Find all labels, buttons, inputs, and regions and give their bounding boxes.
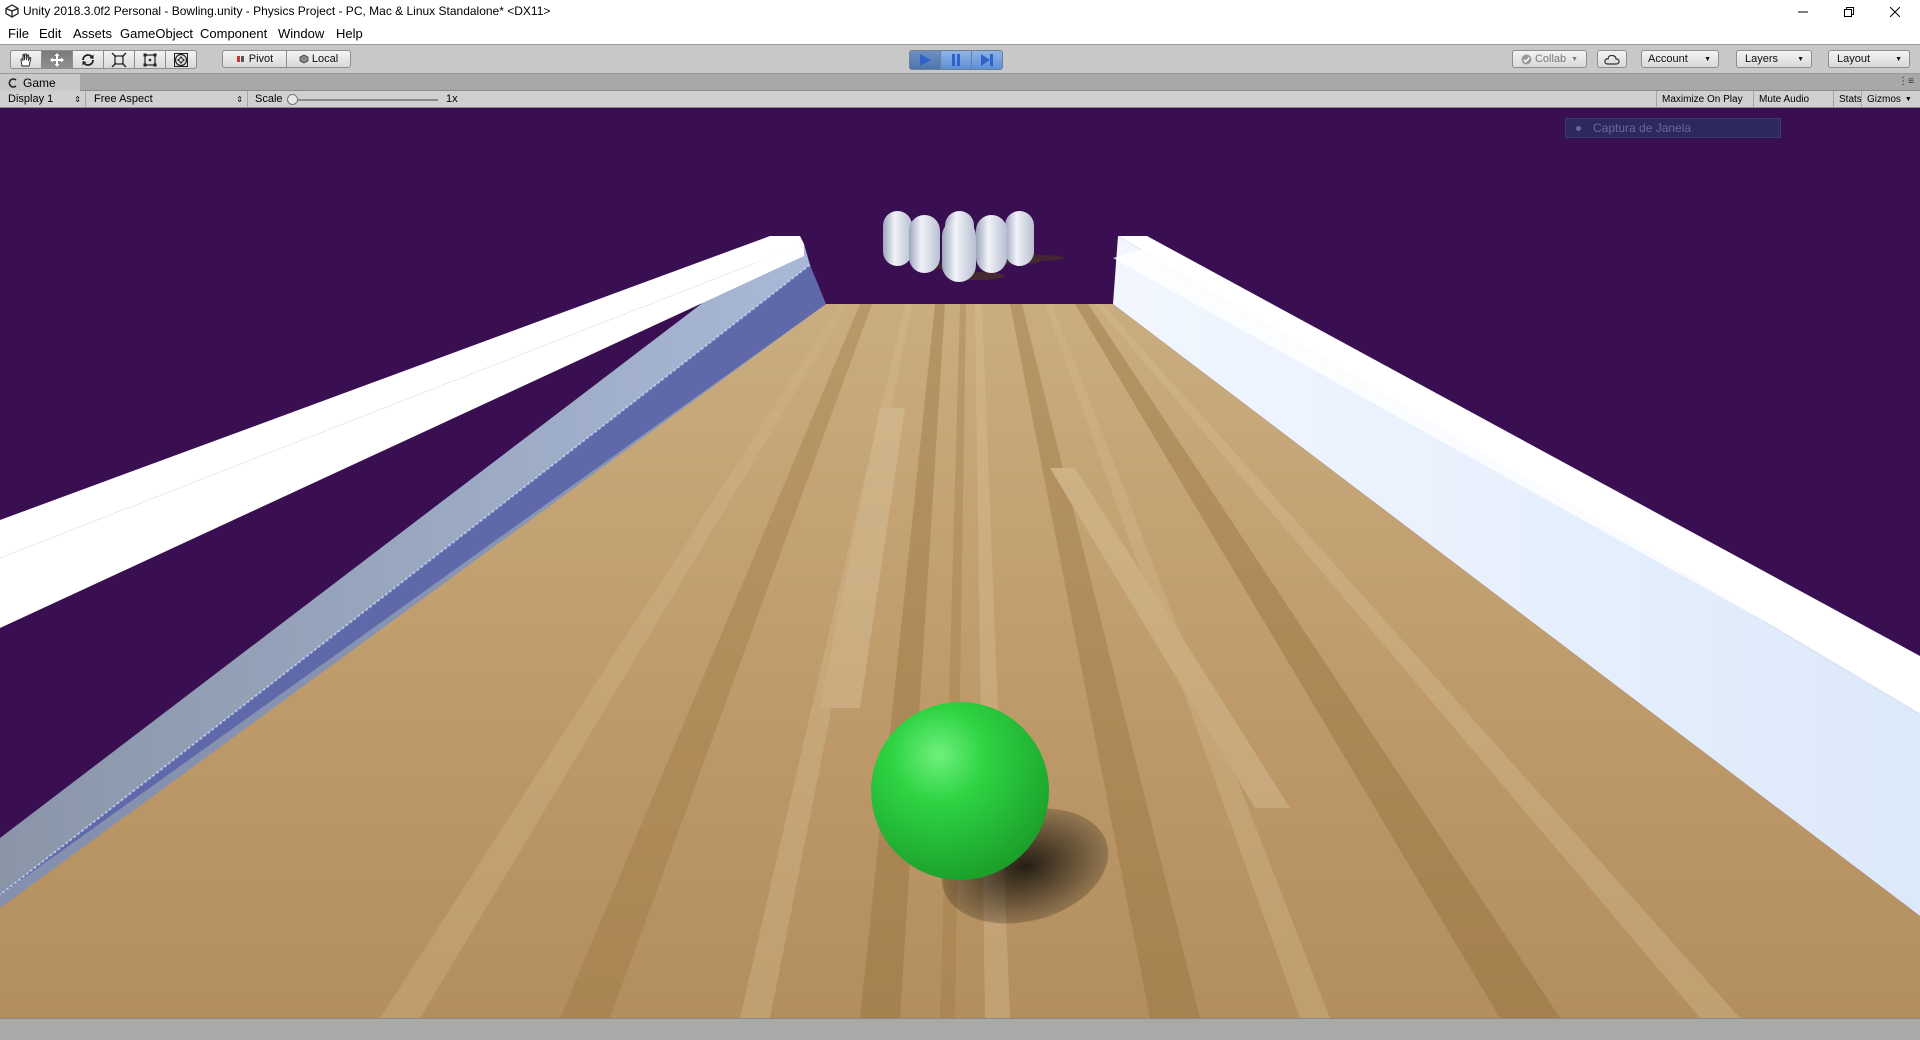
layout-dropdown[interactable]: Layout ▼ bbox=[1828, 50, 1910, 68]
scale-slider-track[interactable] bbox=[290, 99, 438, 101]
status-bar bbox=[0, 1018, 1920, 1040]
window-title: Unity 2018.3.0f2 Personal - Bowling.unit… bbox=[23, 4, 551, 18]
collab-chevron-icon: ▼ bbox=[1571, 55, 1579, 63]
close-icon bbox=[1890, 7, 1900, 17]
stats-label: Stats bbox=[1839, 93, 1862, 105]
pause-icon bbox=[952, 54, 960, 66]
scale-value: 1x bbox=[446, 93, 458, 105]
menu-window[interactable]: Window bbox=[278, 26, 324, 41]
aspect-chevron-icon: ⇕ bbox=[236, 94, 243, 104]
pivot-label: Pivot bbox=[248, 53, 274, 65]
game-viewport[interactable]: Captura de Janela bbox=[0, 108, 1920, 1018]
overlay-label: Captura de Janela bbox=[1593, 121, 1692, 135]
menu-gameobject[interactable]: GameObject bbox=[120, 26, 193, 41]
collab-label: Collab bbox=[1534, 53, 1567, 65]
title-bar: Unity 2018.3.0f2 Personal - Bowling.unit… bbox=[0, 0, 1920, 24]
menu-help[interactable]: Help bbox=[336, 26, 363, 41]
pause-button[interactable] bbox=[940, 50, 972, 70]
bowling-pins bbox=[883, 211, 1034, 282]
gizmos-label: Gizmos bbox=[1867, 93, 1901, 105]
maximize-on-play-label: Maximize On Play bbox=[1662, 93, 1743, 105]
game-tab-header: Game ⋮≡ bbox=[0, 74, 1920, 91]
layout-chevron-icon: ▼ bbox=[1895, 55, 1902, 63]
hand-tool-button[interactable] bbox=[10, 50, 42, 69]
cloud-icon bbox=[1604, 54, 1620, 65]
scale-icon bbox=[111, 52, 127, 67]
rotate-icon bbox=[82, 53, 94, 66]
game-view-controls: Display 1 ⇕ Free Aspect ⇕ Scale 1x Maxim… bbox=[0, 91, 1920, 108]
scale-label: Scale bbox=[255, 93, 283, 105]
transform-tool-button[interactable] bbox=[165, 50, 197, 69]
gizmos-chevron-icon: ▼ bbox=[1904, 95, 1912, 103]
cloud-button[interactable] bbox=[1597, 50, 1627, 68]
step-icon bbox=[981, 54, 993, 66]
move-icon bbox=[50, 52, 64, 67]
restore-icon bbox=[1844, 7, 1854, 17]
game-tab[interactable]: Game bbox=[0, 74, 80, 91]
menu-edit[interactable]: Edit bbox=[39, 26, 61, 41]
menu-assets[interactable]: Assets bbox=[73, 26, 112, 41]
step-button[interactable] bbox=[971, 50, 1003, 70]
rect-transform-icon bbox=[143, 53, 157, 66]
local-toggle[interactable]: Local bbox=[286, 50, 351, 68]
display-chevron-icon: ⇕ bbox=[74, 94, 81, 104]
hand-icon bbox=[20, 52, 32, 66]
layout-label: Layout bbox=[1837, 53, 1871, 65]
gizmos-dropdown[interactable]: Gizmos ▼ bbox=[1861, 91, 1920, 107]
menu-component[interactable]: Component bbox=[200, 26, 267, 41]
bowling-scene bbox=[0, 211, 1920, 1018]
layers-label: Layers bbox=[1745, 53, 1779, 65]
collab-check-icon bbox=[1521, 54, 1532, 64]
scale-slider-thumb[interactable] bbox=[287, 94, 298, 105]
restore-button[interactable] bbox=[1826, 0, 1872, 24]
minimize-icon bbox=[1798, 11, 1808, 13]
scale-tool-button[interactable] bbox=[103, 50, 135, 69]
close-button[interactable] bbox=[1872, 0, 1918, 24]
rotate-tool-button[interactable] bbox=[72, 50, 104, 69]
pivot-toggle[interactable]: Pivot bbox=[222, 50, 287, 68]
unity-logo-icon bbox=[5, 4, 19, 18]
display-label: Display 1 bbox=[8, 93, 54, 105]
aspect-label: Free Aspect bbox=[94, 93, 153, 105]
playback-controls bbox=[909, 50, 1003, 70]
display-dropdown[interactable]: Display 1 ⇕ bbox=[0, 91, 86, 107]
account-label: Account bbox=[1648, 53, 1688, 65]
minimize-button[interactable] bbox=[1780, 0, 1826, 24]
rect-tool-button[interactable] bbox=[134, 50, 166, 69]
pivot-icon bbox=[236, 56, 244, 62]
game-tab-label: Game bbox=[23, 75, 56, 90]
main-toolbar: Pivot Local Collab ▼ Account ▼ Layers ▼ … bbox=[0, 44, 1920, 74]
move-tool-button[interactable] bbox=[41, 50, 73, 69]
play-icon bbox=[920, 54, 931, 66]
play-button[interactable] bbox=[909, 50, 941, 70]
account-dropdown[interactable]: Account ▼ bbox=[1641, 50, 1719, 68]
aspect-dropdown[interactable]: Free Aspect ⇕ bbox=[86, 91, 248, 107]
mute-audio-label: Mute Audio bbox=[1759, 93, 1810, 105]
layers-dropdown[interactable]: Layers ▼ bbox=[1736, 50, 1812, 68]
scale-control: Scale 1x bbox=[248, 91, 458, 107]
mute-audio-toggle[interactable]: Mute Audio bbox=[1753, 91, 1814, 107]
maximize-on-play-toggle[interactable]: Maximize On Play bbox=[1656, 91, 1748, 107]
layers-chevron-icon: ▼ bbox=[1797, 55, 1804, 63]
panel-menu-icon[interactable]: ⋮≡ bbox=[1898, 76, 1914, 87]
bowling-ball bbox=[871, 702, 1049, 880]
local-icon bbox=[299, 54, 309, 64]
menu-file[interactable]: File bbox=[8, 26, 29, 41]
game-tab-icon bbox=[8, 77, 17, 88]
local-label: Local bbox=[311, 53, 339, 65]
transform-tools bbox=[10, 50, 197, 70]
transform-icon bbox=[174, 52, 188, 67]
window-capture-overlay: Captura de Janela bbox=[1565, 118, 1781, 138]
overlay-dot-icon bbox=[1576, 125, 1581, 131]
collab-dropdown[interactable]: Collab ▼ bbox=[1512, 50, 1587, 68]
menu-bar: File Edit Assets GameObject Component Wi… bbox=[0, 24, 1920, 44]
account-chevron-icon: ▼ bbox=[1704, 55, 1711, 63]
